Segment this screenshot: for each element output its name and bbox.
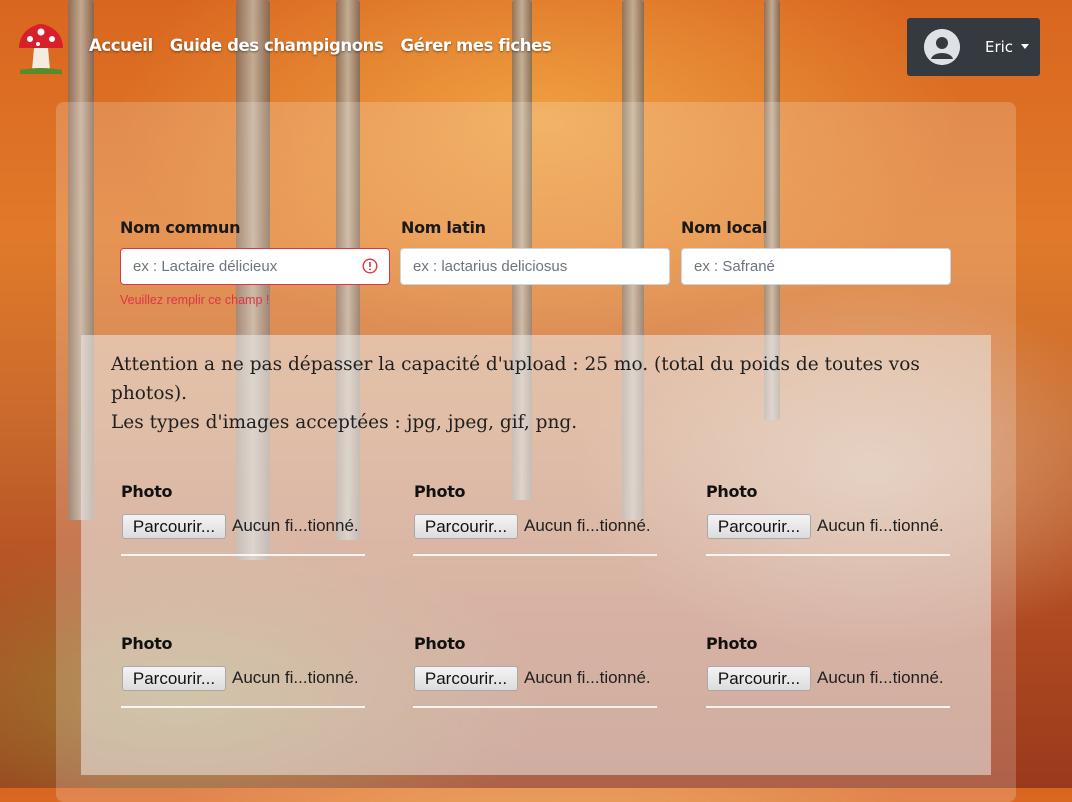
- mushroom-logo-icon[interactable]: [16, 22, 66, 74]
- user-circle-icon: [924, 29, 960, 65]
- warning-circle-icon: [362, 258, 378, 274]
- photo-2-file-status: Aucun fi...tionné.: [524, 516, 651, 535]
- nom-commun-error: Veuillez remplir ce champ !: [120, 293, 270, 307]
- upload-types-notice: Les types d'images acceptées : jpg, jpeg…: [111, 412, 578, 433]
- photo-5-underline: [413, 706, 657, 708]
- photo-6-browse-button[interactable]: Parcourir...: [707, 666, 811, 691]
- nom-local-input[interactable]: [681, 248, 951, 285]
- user-name: Eric: [985, 38, 1014, 56]
- photo-label: Photo: [414, 482, 466, 501]
- photo-3-underline: [706, 554, 950, 556]
- chevron-down-icon: [1021, 44, 1029, 49]
- upload-notice: Attention a ne pas dépasser la capacité …: [111, 350, 971, 437]
- nom-local-label: Nom local: [681, 218, 768, 237]
- photo-4-file-status: Aucun fi...tionné.: [232, 668, 359, 687]
- navbar: Accueil Guide des champignons Gérer mes …: [0, 0, 1072, 95]
- photo-1-file-status: Aucun fi...tionné.: [232, 516, 359, 535]
- upload-size-notice: Attention a ne pas dépasser la capacité …: [111, 354, 920, 404]
- photo-6-underline: [706, 706, 950, 708]
- photo-2-browse-button[interactable]: Parcourir...: [414, 514, 518, 539]
- photo-label: Photo: [414, 634, 466, 653]
- photo-label: Photo: [706, 482, 758, 501]
- user-menu-button[interactable]: Eric: [907, 18, 1040, 76]
- nom-latin-label: Nom latin: [401, 218, 486, 237]
- photo-5-file-status: Aucun fi...tionné.: [524, 668, 651, 687]
- photo-1-underline: [121, 554, 365, 556]
- nav-link-guide[interactable]: Guide des champignons: [170, 36, 384, 55]
- photo-1-browse-button[interactable]: Parcourir...: [122, 514, 226, 539]
- nom-latin-input[interactable]: [400, 248, 670, 285]
- nom-commun-input[interactable]: [120, 248, 390, 285]
- photo-6-file-status: Aucun fi...tionné.: [817, 668, 944, 687]
- nav-links: Accueil Guide des champignons Gérer mes …: [89, 36, 552, 55]
- nom-commun-label: Nom commun: [120, 218, 241, 237]
- photo-5-browse-button[interactable]: Parcourir...: [414, 666, 518, 691]
- photo-3-file-status: Aucun fi...tionné.: [817, 516, 944, 535]
- photo-3-browse-button[interactable]: Parcourir...: [707, 514, 811, 539]
- photo-label: Photo: [121, 482, 173, 501]
- nav-link-accueil[interactable]: Accueil: [89, 36, 153, 55]
- photo-label: Photo: [121, 634, 173, 653]
- photo-4-underline: [121, 706, 365, 708]
- nav-link-gerer-fiches[interactable]: Gérer mes fiches: [400, 36, 551, 55]
- photo-label: Photo: [706, 634, 758, 653]
- photo-4-browse-button[interactable]: Parcourir...: [122, 666, 226, 691]
- photo-2-underline: [413, 554, 657, 556]
